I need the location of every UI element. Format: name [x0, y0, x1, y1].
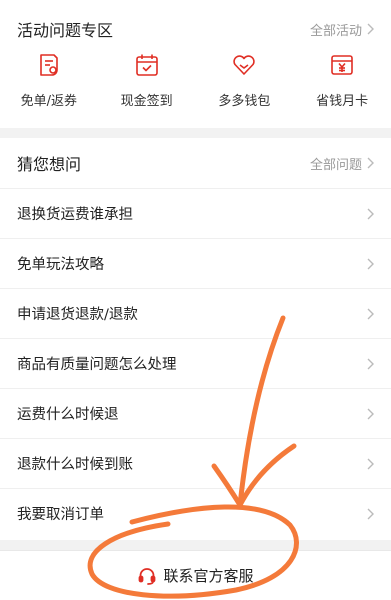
faq-item[interactable]: 免单玩法攻略: [0, 238, 391, 288]
activity-item-coupon[interactable]: 免单/返券: [0, 52, 98, 114]
chevron-right-icon: [366, 457, 375, 471]
contact-service-label: 联系官方客服: [163, 567, 254, 585]
activity-item-label: 现金签到: [120, 94, 173, 109]
activity-header: 活动问题专区 全部活动: [0, 4, 391, 54]
faq-header: 猜您想问 全部问题: [0, 138, 391, 188]
calendar-check-icon: [134, 52, 160, 78]
chevron-right-icon: [366, 257, 375, 271]
faq-item-label: 退款什么时候到账: [17, 457, 133, 473]
faq-item[interactable]: 退款什么时候到账: [0, 438, 391, 488]
all-questions-link[interactable]: 全部问题: [310, 154, 375, 173]
faq-item[interactable]: 我要取消订单: [0, 488, 391, 538]
faq-item[interactable]: 申请退货退款/退款: [0, 288, 391, 338]
heart-wallet-icon: [231, 52, 257, 78]
faq-item-label: 退换货运费谁承担: [17, 207, 133, 223]
chevron-right-icon: [366, 407, 375, 421]
activity-item-wallet[interactable]: 多多钱包: [196, 52, 294, 114]
chevron-right-icon: [366, 357, 375, 371]
faq-title: 猜您想问: [17, 155, 82, 174]
faq-item-label: 商品有质量问题怎么处理: [17, 357, 177, 373]
faq-item[interactable]: 运费什么时候退: [0, 388, 391, 438]
all-questions-label: 全部问题: [309, 157, 362, 173]
faq-item-label: 我要取消订单: [17, 507, 104, 523]
all-activities-link[interactable]: 全部活动: [310, 20, 375, 39]
chevron-right-icon: [366, 507, 375, 521]
activity-shortcuts: 免单/返券 现金签到 多多钱包 省钱月卡: [0, 52, 391, 114]
activity-item-label: 免单/返券: [20, 94, 78, 109]
chevron-right-icon: [366, 22, 375, 36]
activity-title: 活动问题专区: [17, 21, 114, 40]
activity-item-label: 多多钱包: [218, 94, 271, 109]
activity-item-checkin[interactable]: 现金签到: [98, 52, 196, 114]
faq-item-label: 运费什么时候退: [17, 407, 119, 423]
faq-list: 退换货运费谁承担 免单玩法攻略 申请退货退款/退款 商品有质量问题怎么处理 运费…: [0, 188, 391, 538]
faq-section: 猜您想问 全部问题 退换货运费谁承担 免单玩法攻略 申请退货退款/退款 商品有质…: [0, 138, 391, 540]
yen-card-icon: [329, 52, 355, 78]
chevron-right-icon: [366, 207, 375, 221]
activity-item-monthly-card[interactable]: 省钱月卡: [293, 52, 391, 114]
activity-section: 活动问题专区 全部活动 免单/返券 现金签到 多多钱包 省钱月卡: [0, 0, 391, 128]
all-activities-label: 全部活动: [309, 23, 362, 39]
faq-item-label: 申请退货退款/退款: [17, 307, 138, 323]
headset-icon: [137, 566, 157, 586]
contact-service-button[interactable]: 联系官方客服: [0, 550, 391, 600]
chevron-right-icon: [366, 307, 375, 321]
chevron-right-icon: [366, 156, 375, 170]
faq-item[interactable]: 退换货运费谁承担: [0, 188, 391, 238]
coupon-icon: [36, 52, 62, 78]
faq-item[interactable]: 商品有质量问题怎么处理: [0, 338, 391, 388]
activity-item-label: 省钱月卡: [316, 94, 369, 109]
faq-item-label: 免单玩法攻略: [17, 257, 104, 273]
